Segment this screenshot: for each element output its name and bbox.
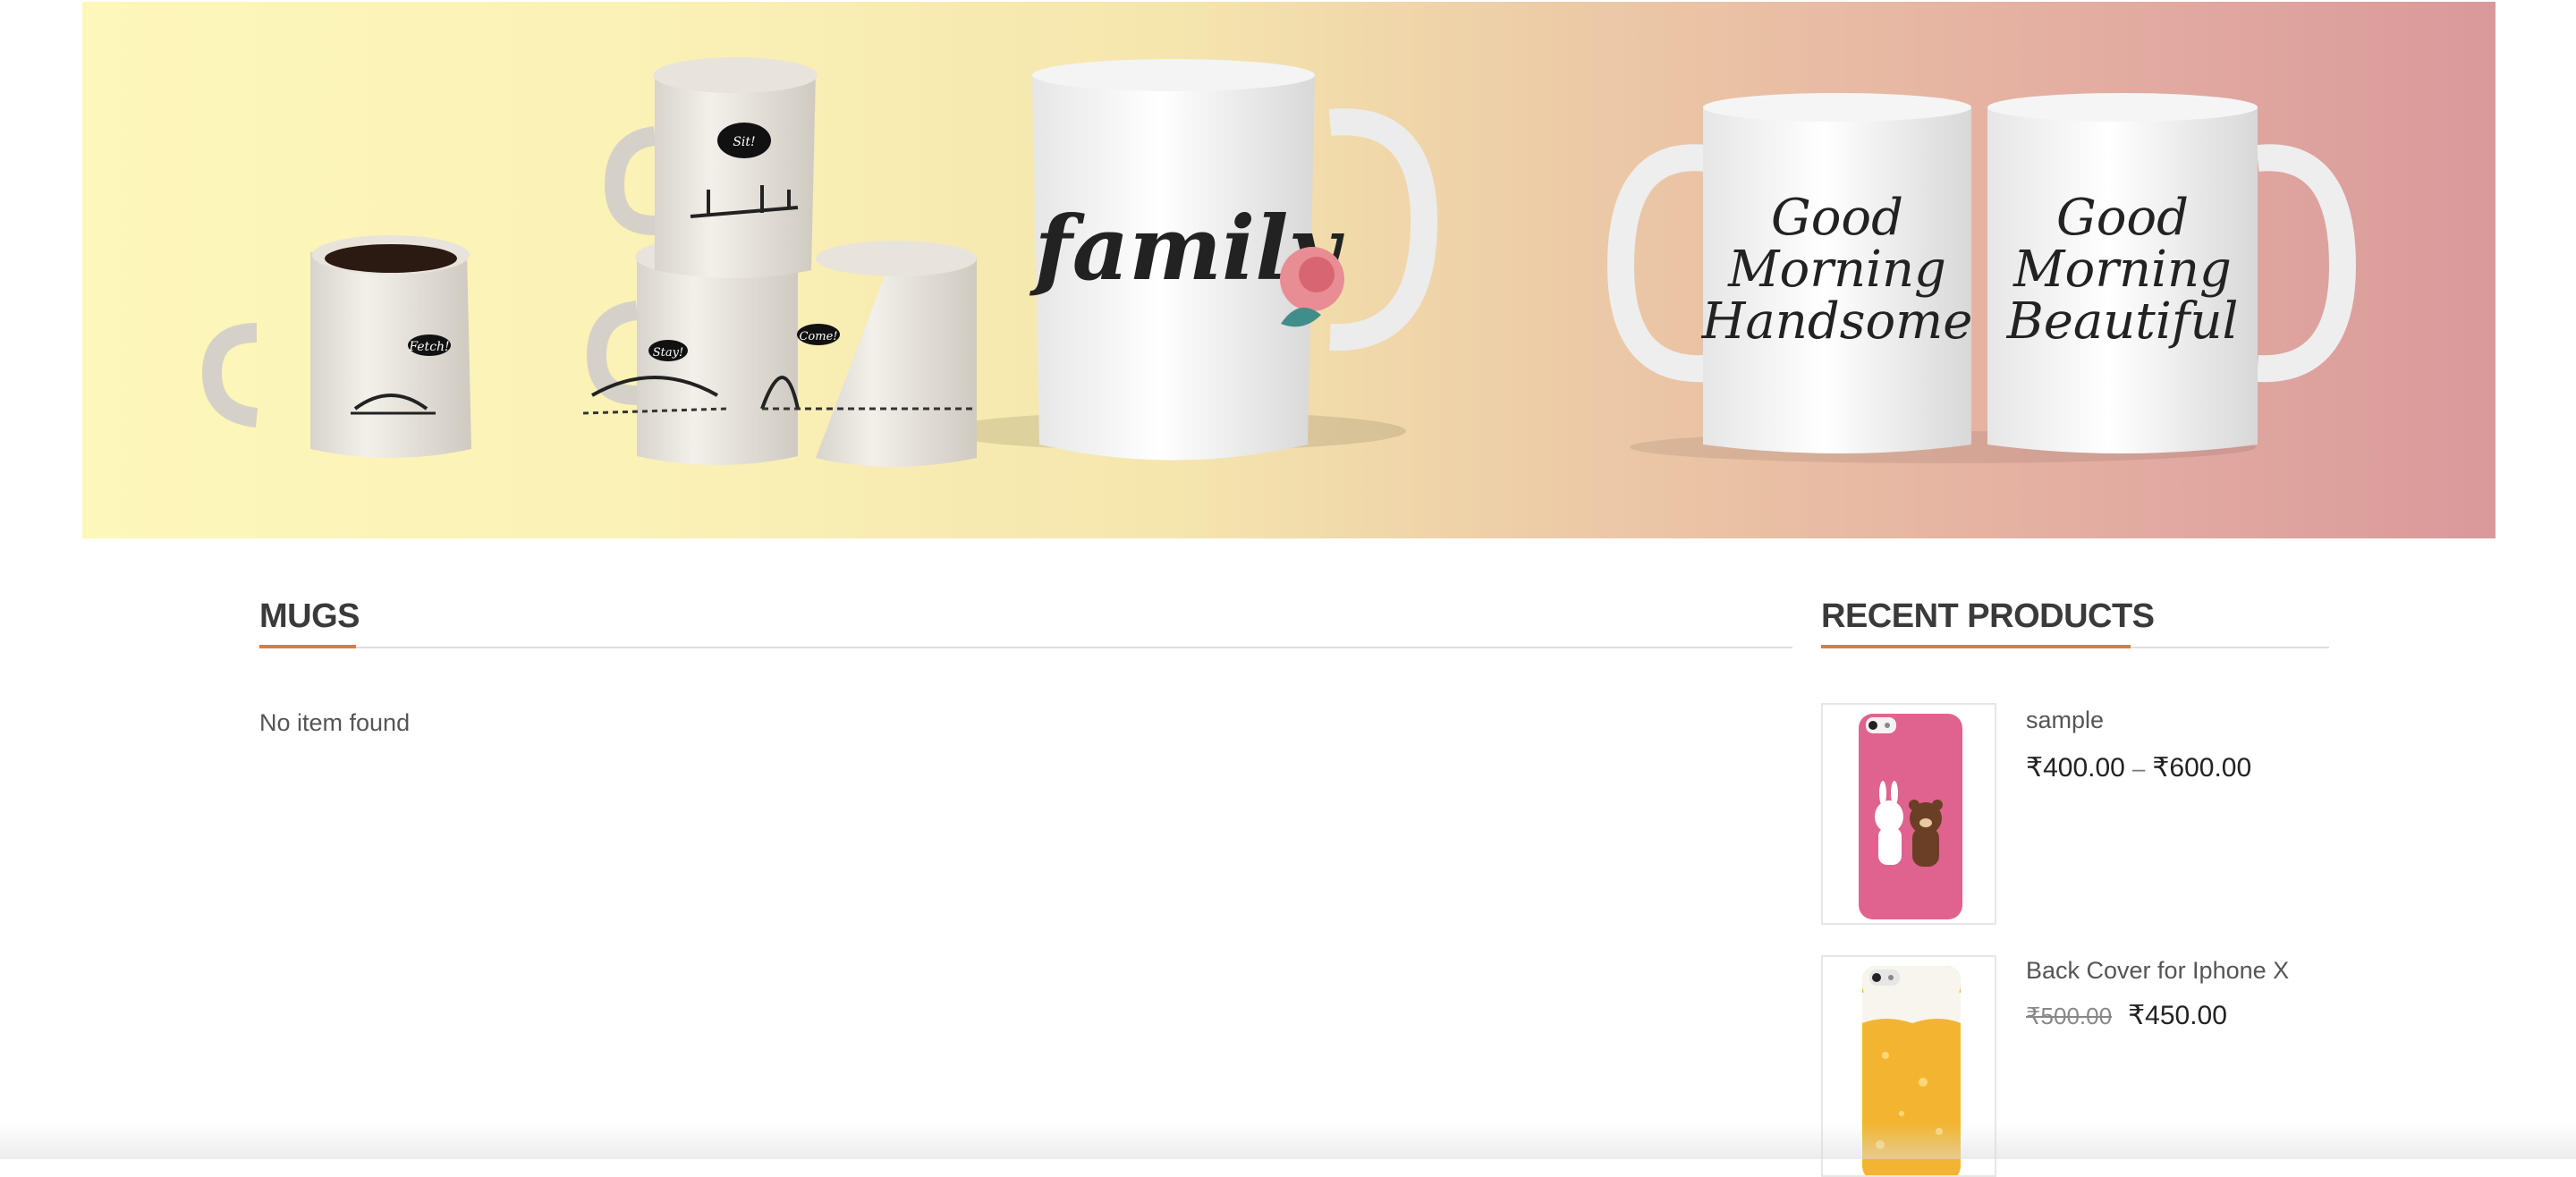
mugs-banner-image: Fetch! Stay! Come! Sit! family Good Morn… [201, 57, 2357, 467]
product-price-range: ₹400.00– ₹600.00 [2026, 752, 2251, 783]
product-name-link[interactable]: sample [2026, 707, 2104, 734]
diner-mug-top: Sit! [604, 57, 818, 278]
hero-banner: Fetch! Stay! Come! Sit! family Good Morn… [82, 2, 2496, 538]
price-to: ₹600.00 [2152, 753, 2252, 783]
svg-text:Good: Good [2056, 189, 2189, 247]
product-thumbnail[interactable] [1821, 955, 1996, 1177]
bottom-shadow [0, 1123, 2576, 1159]
svg-text:Good: Good [1771, 189, 1903, 247]
svg-text:Fetch!: Fetch! [408, 340, 449, 354]
sidebar-title-accent-bar [1821, 645, 2131, 648]
good-morning-beautiful-mug: Good Morning Beautiful [1987, 93, 2357, 453]
sidebar-title: RECENT PRODUCTS [1821, 597, 2155, 635]
pink-phone-case-image [1859, 714, 1962, 919]
diner-mug-1: Fetch! [201, 235, 471, 458]
family-mug: family [1030, 59, 1438, 461]
svg-text:Morning: Morning [1727, 241, 1946, 299]
empty-message: No item found [259, 709, 411, 736]
svg-text:Come!: Come! [799, 330, 837, 343]
product-price: ₹500.00 ₹450.00 [2026, 1000, 2227, 1031]
svg-text:Beautiful: Beautiful [2006, 292, 2239, 351]
svg-text:Morning: Morning [2012, 241, 2232, 299]
sale-price: ₹450.00 [2128, 1001, 2227, 1030]
good-morning-handsome-mug: Good Morning Handsome [1606, 93, 1973, 453]
page-title: MUGS [259, 597, 360, 635]
svg-text:Handsome: Handsome [1701, 292, 1973, 351]
regular-price: ₹500.00 [2026, 1003, 2113, 1029]
beer-phone-case-image [1862, 966, 1961, 1175]
svg-text:Stay!: Stay! [653, 346, 683, 360]
price-separator: – [2131, 755, 2146, 782]
svg-text:Sit!: Sit! [733, 135, 755, 149]
price-from: ₹400.00 [2026, 753, 2125, 783]
title-accent-bar [259, 645, 356, 648]
product-thumbnail[interactable] [1821, 703, 1996, 925]
product-name-link[interactable]: Back Cover for Iphone X [2026, 957, 2289, 985]
title-divider [259, 647, 1792, 648]
